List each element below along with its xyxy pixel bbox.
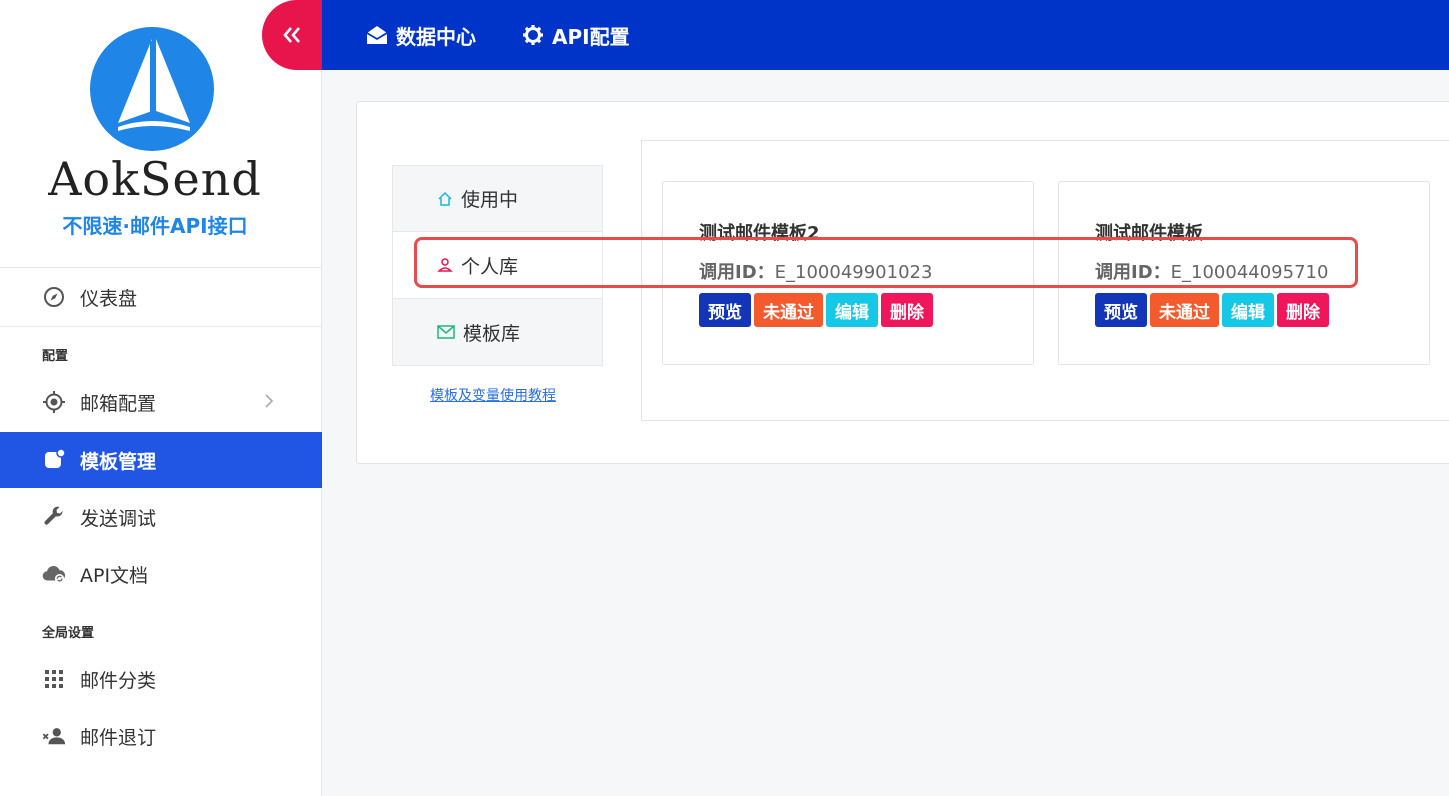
logo-mark-icon [90,27,214,151]
top-nav-label: 数据中心 [396,24,476,49]
template-card: 测试邮件模板2 调用ID：E_100049901023 预览 未通过 编辑 删除 [662,181,1034,365]
template-card: 测试邮件模板 调用ID：E_100044095710 预览 未通过 编辑 删除 [1058,181,1430,365]
delete-button[interactable]: 删除 [881,293,933,327]
template-id-value: E_100044095710 [1170,262,1329,283]
tutorial-link[interactable]: 模板及变量使用教程 [430,385,556,405]
tab-label: 使用中 [461,189,519,211]
envelope-open-icon [366,26,388,44]
sidebar-item-label: API文档 [80,564,149,587]
double-chevron-left-icon [283,27,300,43]
grid-icon [42,667,66,691]
sidebar-item-dashboard[interactable]: 仪表盘 [0,269,322,325]
chevron-right-icon [264,393,274,412]
preview-button[interactable]: 预览 [699,293,751,327]
tab-personal-library[interactable]: 个人库 [392,232,603,299]
template-tabs: 使用中 个人库 模板库 [392,165,603,366]
user-remove-icon [42,724,66,748]
brand-slogan: 不限速·邮件API接口 [62,214,248,238]
sidebar-item-label: 模板管理 [80,450,157,473]
top-nav-label: API配置 [552,24,630,49]
sidebar-item-label: 邮箱配置 [80,392,157,415]
wrench-icon [42,505,66,529]
mail-icon [437,325,455,339]
target-icon [42,390,66,414]
preview-button[interactable]: 预览 [1095,293,1147,327]
template-id: 调用ID：E_100049901023 [699,258,932,284]
compass-icon [42,285,66,309]
sidebar-item-template-management[interactable]: 模板管理 [0,432,322,488]
template-id-label: 调用ID： [699,262,775,283]
template-id: 调用ID：E_100044095710 [1095,258,1328,284]
status-button[interactable]: 未通过 [1150,293,1219,327]
template-title: 测试邮件模板2 [699,223,820,244]
app-badge-icon [42,448,66,472]
top-nav-api-config[interactable]: API配置 [522,21,630,50]
user-icon [437,257,453,273]
top-navbar: 数据中心 API配置 [322,0,1449,70]
sidebar-item-label: 邮件退订 [80,726,157,749]
divider [0,326,322,327]
top-nav-data-center[interactable]: 数据中心 [366,21,476,50]
sidebar-item-mailbox-config[interactable]: 邮箱配置 [0,374,322,430]
template-title: 测试邮件模板 [1095,223,1203,244]
tab-label: 个人库 [461,255,519,278]
sidebar-item-unsubscribe[interactable]: 邮件退订 [0,708,322,764]
edit-button[interactable]: 编辑 [826,293,878,327]
sidebar-item-api-docs[interactable]: API文档 [0,546,322,602]
gear-icon [523,25,543,45]
status-button[interactable]: 未通过 [754,293,823,327]
sidebar-item-mail-categories[interactable]: 邮件分类 [0,651,322,707]
card-actions: 预览 未通过 编辑 删除 [1095,293,1329,327]
sidebar-item-label: 仪表盘 [80,287,138,310]
cloud-sync-icon [42,562,66,586]
section-title-global: 全局设置 [42,626,95,641]
sidebar-item-label: 发送调试 [80,507,157,530]
template-id-label: 调用ID： [1095,262,1171,283]
tab-in-use[interactable]: 使用中 [392,165,603,232]
tab-template-library[interactable]: 模板库 [392,299,603,366]
sidebar-item-send-test[interactable]: 发送调试 [0,489,322,545]
tab-label: 模板库 [463,322,521,345]
template-id-value: E_100049901023 [774,262,933,283]
brand-name: AokSend [48,152,262,206]
card-actions: 预览 未通过 编辑 删除 [699,293,933,327]
delete-button[interactable]: 删除 [1277,293,1329,327]
section-title-config: 配置 [42,349,69,364]
home-icon [437,191,453,207]
sidebar-item-label: 邮件分类 [80,669,157,692]
edit-button[interactable]: 编辑 [1222,293,1274,327]
sidebar: AokSend 不限速·邮件API接口 仪表盘 配置 邮箱配置 模板管理 发送调… [0,0,322,796]
